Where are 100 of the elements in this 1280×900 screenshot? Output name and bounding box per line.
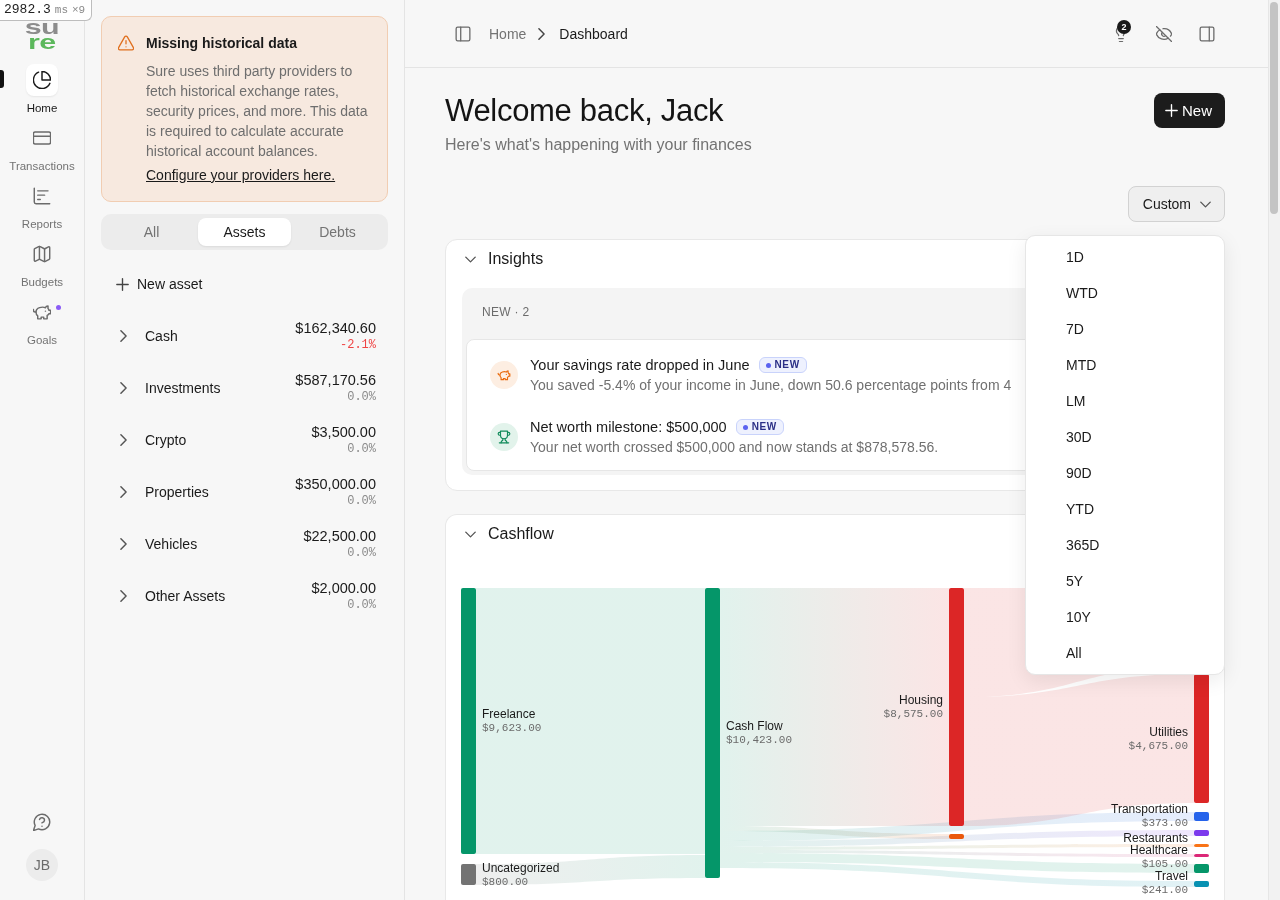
user-avatar[interactable]: JB <box>26 849 58 881</box>
period-option[interactable]: 30D <box>1030 419 1220 455</box>
period-option[interactable]: 365D <box>1030 527 1220 563</box>
configure-providers-link[interactable]: Configure your providers here. <box>146 165 336 185</box>
account-group-name: Other Assets <box>145 588 227 604</box>
period-option[interactable]: MTD <box>1030 347 1220 383</box>
panel-right-icon[interactable] <box>1199 25 1215 42</box>
balance-change: 0.0% <box>347 441 376 457</box>
account-tab[interactable]: Debts <box>291 218 384 246</box>
page-subtitle: Here's what's happening with your finances <box>445 135 752 155</box>
account-group-name: Cash <box>145 328 179 344</box>
repeat-count: ×9 <box>72 3 86 18</box>
period-option[interactable]: 7D <box>1030 311 1220 347</box>
node-label: Housing <box>898 693 943 707</box>
section-title: Cashflow <box>488 525 554 543</box>
node-amount: $800.00 <box>482 875 529 888</box>
account-tab[interactable]: Assets <box>198 218 291 246</box>
node-label: Healthcare <box>1129 843 1188 857</box>
breadcrumb-link[interactable]: Home <box>489 25 527 42</box>
chevron-right-icon[interactable] <box>120 330 127 342</box>
notification-count: 2 <box>1117 19 1131 34</box>
chevron-right-icon <box>538 27 546 40</box>
page-title: Welcome back, Jack <box>445 93 725 129</box>
piggy-bank-icon <box>490 361 518 389</box>
node-label: Uncategorized <box>482 860 560 875</box>
node-label: Restaurants <box>1123 831 1188 845</box>
eye-off-icon[interactable] <box>1156 25 1172 42</box>
badge-label: NEW <box>751 420 777 434</box>
new-button[interactable]: New <box>1154 93 1225 128</box>
chevron-down-icon[interactable] <box>465 255 476 263</box>
chevron-right-icon[interactable] <box>120 538 127 550</box>
pie-chart-icon <box>26 64 58 96</box>
node-amount: $105.00 <box>1141 858 1188 870</box>
banner-text: Sure uses third party providers to fetch historical exchange rates, security prices, and more. This data is required to calculate accurate historical account balances. <box>146 62 369 161</box>
nav-item[interactable]: Home <box>6 64 78 115</box>
insight-text: Your net worth crossed $500,000 and now stands at $878,578.56. <box>530 438 939 457</box>
chevron-right-icon[interactable] <box>120 590 127 602</box>
chevron-right-icon[interactable] <box>120 434 127 446</box>
time-unit: ms <box>54 3 68 18</box>
account-group-name: Crypto <box>145 432 188 448</box>
period-option[interactable]: 10Y <box>1030 599 1220 635</box>
plus-icon <box>116 277 129 291</box>
nav-item[interactable]: Transactions <box>6 122 78 173</box>
balance-change: 0.0% <box>347 597 376 613</box>
trophy-icon <box>490 423 518 451</box>
node-label: Utilities <box>1149 724 1188 739</box>
dot-icon <box>742 424 748 430</box>
node-label: Travel <box>1155 869 1188 883</box>
account-group-name: Vehicles <box>145 536 199 552</box>
account-group-balance: $587,170.56 <box>295 371 376 389</box>
breadcrumb-current: Dashboard <box>559 25 628 42</box>
node-amount: $9,623.00 <box>482 722 542 734</box>
chevron-right-icon[interactable] <box>120 486 127 498</box>
group-label: NEW · 2 <box>482 304 530 320</box>
node-label: Transportation <box>1111 802 1188 816</box>
badge-label: NEW <box>774 358 800 372</box>
period-option[interactable]: 5Y <box>1030 563 1220 599</box>
node-amount: $10,423.00 <box>726 734 792 746</box>
chevron-right-icon[interactable] <box>120 382 127 394</box>
balance-change: 0.0% <box>347 493 376 509</box>
node-amount: $373.00 <box>1141 817 1188 829</box>
account-group-balance: $22,500.00 <box>303 527 376 545</box>
period-option[interactable]: YTD <box>1030 491 1220 527</box>
period-option[interactable]: 90D <box>1030 455 1220 491</box>
account-group-balance: $350,000.00 <box>295 475 376 493</box>
nav-item[interactable]: Goals <box>6 296 78 347</box>
balance-change: -2.1% <box>340 337 376 353</box>
insight-title: Your savings rate dropped in June <box>530 357 750 373</box>
nav-item[interactable]: Budgets <box>6 238 78 289</box>
period-option[interactable]: 1D <box>1030 239 1220 275</box>
chevron-down-icon <box>1200 200 1211 208</box>
logo-wordmark: su re <box>24 19 60 49</box>
banner-title: Missing historical data <box>146 34 298 53</box>
insight-text: You saved -5.4% of your income in June, down 50.6 percentage points from 4 <box>530 376 1012 395</box>
render-time: 2982.3 <box>4 2 51 18</box>
account-group-balance: $3,500.00 <box>311 423 376 441</box>
new-asset-button[interactable]: New asset <box>101 266 203 302</box>
balance-change: 0.0% <box>347 545 376 561</box>
help-icon[interactable] <box>33 813 51 831</box>
node-amount: $8,575.00 <box>883 708 943 720</box>
period-option[interactable]: All <box>1030 635 1220 671</box>
insight-title: Net worth milestone: $500,000 <box>530 419 727 435</box>
account-tab[interactable]: All <box>105 218 198 246</box>
balance-change: 0.0% <box>347 389 376 405</box>
scrollbar-thumb[interactable] <box>1270 2 1278 214</box>
period-option[interactable]: LM <box>1030 383 1220 419</box>
plus-icon <box>1165 104 1178 117</box>
nav-item[interactable]: Reports <box>6 180 78 231</box>
period-select[interactable]: Custom <box>1127 186 1225 222</box>
sidebar-toggle-icon[interactable] <box>455 25 471 42</box>
chevron-down-icon[interactable] <box>465 530 476 538</box>
edge-tab[interactable] <box>0 70 4 88</box>
section-title: Insights <box>488 250 544 268</box>
node-label: Cash Flow <box>726 719 783 733</box>
account-group-balance: $162,340.60 <box>295 319 376 337</box>
period-option[interactable]: WTD <box>1030 275 1220 311</box>
node-amount: $4,675.00 <box>1128 739 1188 752</box>
node-label: Freelance <box>482 707 536 721</box>
account-group-name: Investments <box>145 380 222 396</box>
dot-icon <box>765 362 771 368</box>
